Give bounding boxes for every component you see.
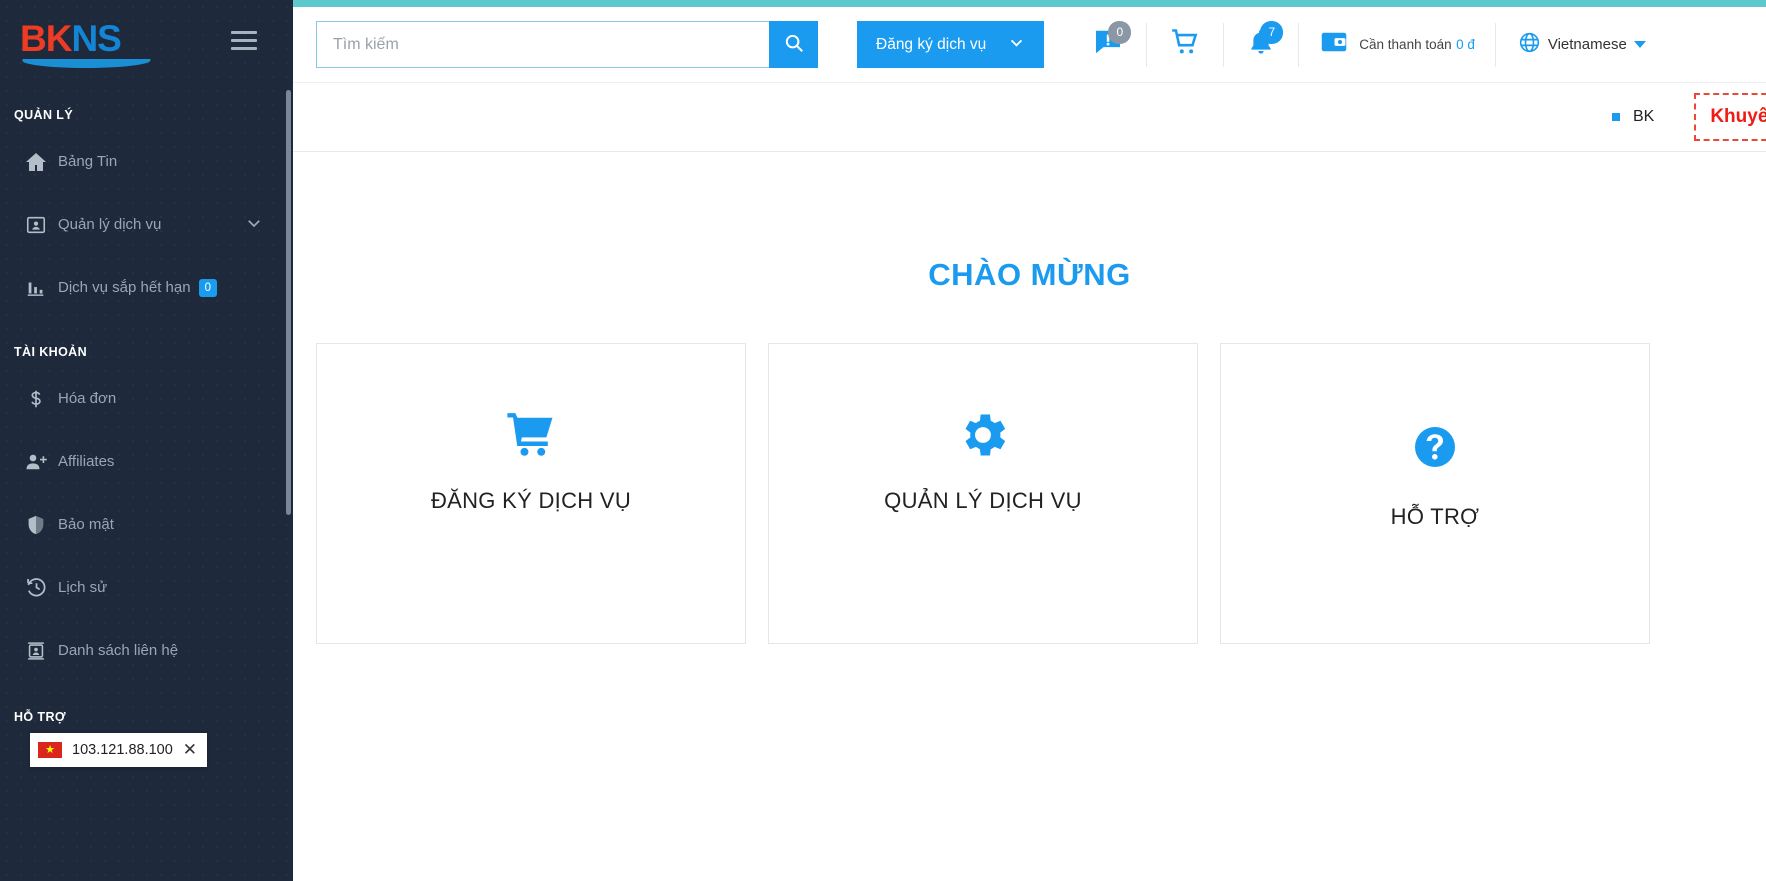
sidebar-item-label: Hóa đơn	[58, 390, 117, 407]
register-service-label: Đăng ký dịch vụ	[876, 35, 987, 53]
hamburger-menu-icon[interactable]	[231, 31, 257, 50]
shield-icon	[14, 514, 58, 536]
ip-address-popup[interactable]: ★ 103.121.88.100 ✕	[30, 733, 208, 767]
shopping-cart-icon	[503, 404, 559, 466]
search-box	[316, 21, 818, 68]
close-icon[interactable]: ✕	[183, 741, 197, 758]
sidebar-item-quan-ly-dich-vu[interactable]: Quản lý dịch vụ	[0, 193, 293, 256]
sidebar-item-label: Affiliates	[58, 453, 115, 470]
history-icon	[14, 576, 58, 599]
wallet-icon	[1319, 27, 1349, 62]
breadcrumb[interactable]: BK	[1611, 108, 1655, 126]
chat-badge: 0	[1108, 20, 1132, 44]
secondary-bar: BK Khuyến	[293, 83, 1766, 152]
card-quan-ly-dich-vu[interactable]: QUẢN LÝ DỊCH VỤ	[768, 343, 1198, 644]
shopping-cart-icon	[1169, 26, 1201, 63]
card-label: ĐĂNG KÝ DỊCH VỤ	[430, 488, 632, 513]
page-title: CHÀO MỪNG	[928, 257, 1131, 292]
sidebar-item-lich-su[interactable]: Lịch sử	[0, 556, 293, 619]
chat-button[interactable]: 0	[1070, 7, 1146, 83]
sidebar-item-affiliates[interactable]: Affiliates	[0, 430, 293, 493]
quick-action-cards: ĐĂNG KÝ DỊCH VỤ QUẢN LÝ DỊCH VỤ HỖ TRỢ	[293, 343, 1766, 644]
search-icon	[783, 32, 805, 57]
notifications-button[interactable]: 7	[1224, 7, 1298, 83]
person-add-icon	[14, 450, 58, 474]
sidebar-item-label: Danh sách liên hệ	[58, 642, 179, 659]
sidebar-section-title-hotro: HỖ TRỢ	[14, 710, 66, 724]
sidebar-item-label: Dịch vụ sắp hết hạn	[58, 279, 191, 296]
language-selector[interactable]: Vietnamese	[1496, 7, 1668, 83]
sidebar-item-bang-tin[interactable]: Bảng Tin	[0, 130, 293, 193]
payment-due-amount: 0 đ	[1456, 36, 1475, 52]
sidebar-item-label: Quản lý dịch vụ	[58, 216, 162, 233]
bar-chart-icon	[14, 277, 58, 299]
cart-button[interactable]	[1147, 7, 1223, 83]
logo-text-ns: NS	[71, 18, 121, 59]
sidebar-item-danh-sach-lien-he[interactable]: Danh sách liên hệ	[0, 619, 293, 682]
home-icon	[14, 150, 58, 174]
caret-down-icon	[1633, 41, 1646, 48]
language-label: Vietnamese	[1547, 36, 1627, 53]
question-circle-icon	[1411, 416, 1459, 478]
sidebar-item-dich-vu-sap-het-han[interactable]: Dịch vụ sắp hết hạn 0	[0, 256, 293, 319]
card-label: QUẢN LÝ DỊCH VỤ	[884, 488, 1082, 513]
contacts-icon	[14, 640, 58, 662]
gear-icon	[955, 404, 1011, 466]
card-label: HỖ TRỢ	[1390, 504, 1480, 529]
promotion-banner[interactable]: Khuyến	[1694, 93, 1766, 141]
globe-icon	[1518, 31, 1541, 58]
app-root: BKNS QUẢN LÝ Bảng Tin Quản lý dịch vụ Dị…	[0, 0, 1766, 881]
square-bullet-icon	[1611, 113, 1620, 121]
status-badge: 0	[198, 278, 217, 297]
card-ho-tro[interactable]: HỖ TRỢ	[1220, 343, 1650, 644]
chevron-down-icon	[1008, 34, 1025, 56]
card-dang-ky-dich-vu[interactable]: ĐĂNG KÝ DỊCH VỤ	[316, 343, 746, 644]
sidebar-item-hoa-don[interactable]: Hóa đơn	[0, 367, 293, 430]
logo-swoosh	[21, 59, 151, 68]
logo-text-bk: BK	[20, 18, 72, 59]
chevron-down-icon[interactable]	[245, 214, 263, 236]
payment-due-button[interactable]: Cần thanh toán 0 đ	[1299, 7, 1495, 83]
notifications-badge: 7	[1260, 20, 1284, 44]
ip-address-text: 103.121.88.100	[72, 742, 173, 758]
top-header: Đăng ký dịch vụ 0 7	[293, 7, 1766, 83]
search-input[interactable]	[316, 21, 769, 68]
id-card-icon	[14, 214, 58, 236]
sidebar-item-label: Bảng Tin	[58, 153, 118, 170]
sidebar-item-bao-mat[interactable]: Bảo mật	[0, 493, 293, 556]
main-content: CHÀO MỪNG ĐĂNG KÝ DỊCH VỤ QUẢN LÝ DỊCH V…	[293, 152, 1766, 881]
dollar-icon	[14, 388, 58, 410]
sidebar-item-label: Lịch sử	[58, 579, 108, 596]
sidebar-section-title-taikhoan: TÀI KHOẢN	[14, 345, 88, 359]
sidebar-header: BKNS	[0, 0, 293, 88]
vn-flag-icon: ★	[38, 742, 62, 758]
register-service-button[interactable]: Đăng ký dịch vụ	[857, 21, 1045, 68]
breadcrumb-label: BK	[1632, 108, 1655, 125]
bkns-logo[interactable]: BKNS	[20, 20, 170, 68]
sidebar-section-title-quanly: QUẢN LÝ	[14, 108, 74, 122]
sidebar-item-label: Bảo mật	[58, 516, 114, 533]
search-button[interactable]	[769, 21, 818, 68]
payment-due-label: Cần thanh toán	[1359, 36, 1452, 52]
sidebar-scrollbar[interactable]	[286, 90, 291, 515]
